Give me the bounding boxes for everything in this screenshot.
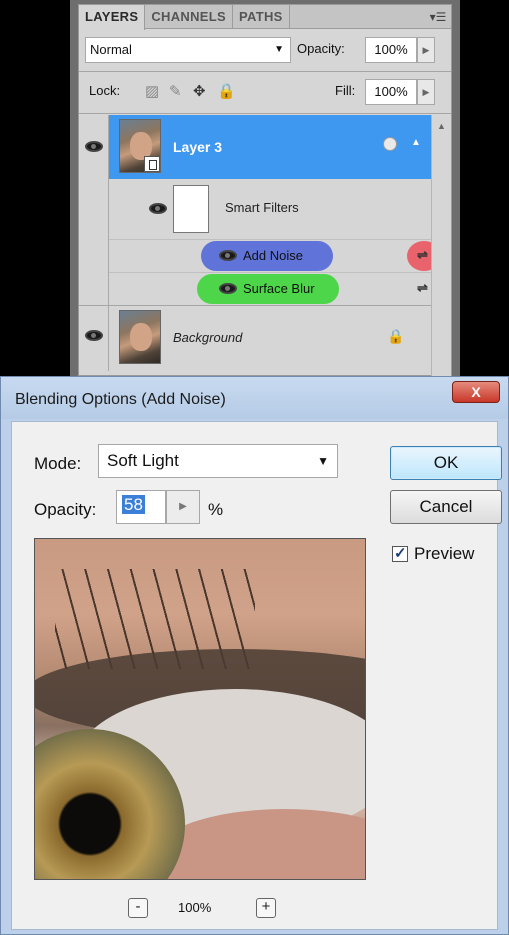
layers-panel: LAYERS CHANNELS PATHS ▾☰ Normal ▼ Opacit…	[78, 4, 452, 377]
tab-layers[interactable]: LAYERS	[79, 5, 146, 30]
lock-label: Lock:	[89, 83, 121, 98]
tab-channels[interactable]: CHANNELS	[145, 5, 233, 28]
dialog-body: Mode: Soft Light ▼ Opacity: 58 ▶ % OK Ca…	[11, 421, 502, 930]
dialog-title-bar[interactable]: Blending Options (Add Noise) X	[1, 377, 508, 419]
layer-row-background[interactable]: Background 🔒	[79, 305, 431, 371]
chevron-down-icon: ▼	[274, 44, 284, 55]
visibility-toggle[interactable]	[79, 306, 109, 371]
layer-name: Background	[173, 330, 243, 345]
preview-label[interactable]: Preview	[414, 544, 474, 564]
blending-options-icon[interactable]: ⇌	[417, 280, 428, 296]
opacity-arrow-button[interactable]: ▶	[417, 37, 435, 63]
close-button[interactable]: X	[452, 381, 500, 403]
blend-mode-value: Normal	[90, 42, 132, 57]
filter-name: Surface Blur	[243, 281, 315, 296]
zoom-in-button[interactable]: +	[256, 898, 276, 918]
blending-options-icon[interactable]: ⇌	[417, 247, 428, 263]
cancel-button[interactable]: Cancel	[390, 490, 502, 524]
layer-thumbnail	[119, 119, 161, 173]
chevron-down-icon: ▼	[317, 454, 329, 468]
eye-column	[79, 179, 109, 239]
layer-row-layer-3[interactable]: Layer 3 ▲	[79, 115, 431, 179]
layer-thumbnail	[119, 310, 161, 364]
scroll-up-icon[interactable]: ▲	[432, 121, 451, 131]
smart-filter-mask-thumbnail	[173, 185, 209, 233]
fill-field[interactable]: 100%	[365, 79, 417, 105]
zoom-out-button[interactable]: -	[128, 898, 148, 918]
filter-row-surface-blur[interactable]: Surface Blur ⇌	[109, 272, 431, 304]
preview-image[interactable]	[34, 538, 366, 880]
panel-menu-icon[interactable]: ▾☰	[425, 5, 451, 28]
lock-all-icon[interactable]: 🔒	[217, 82, 236, 100]
zoom-level: 100%	[178, 900, 212, 915]
mode-label: Mode:	[34, 454, 82, 473]
eye-column	[79, 239, 109, 305]
opacity-value: 58	[122, 495, 145, 514]
checkmark-icon: ✓	[394, 545, 407, 562]
tab-paths[interactable]: PATHS	[233, 5, 290, 28]
lock-move-icon[interactable]: ✥	[193, 82, 206, 100]
opacity-label: Opacity:	[34, 500, 97, 519]
smart-filters-row[interactable]: Smart Filters	[79, 179, 431, 239]
eye-icon	[85, 330, 103, 341]
layers-list: Layer 3 ▲ Smart Filters Add Noise ⇌ Surf…	[79, 115, 441, 377]
ok-button[interactable]: OK	[390, 446, 502, 480]
mode-value: Soft Light	[107, 451, 179, 470]
blending-options-dialog: Blending Options (Add Noise) X Mode: Sof…	[0, 376, 509, 935]
fill-arrow-button[interactable]: ▶	[417, 79, 435, 105]
layer-name: Layer 3	[173, 139, 223, 155]
eye-icon[interactable]	[149, 203, 167, 214]
opacity-label: Opacity:	[297, 41, 345, 56]
opacity-field[interactable]: 100%	[365, 37, 417, 63]
dialog-title: Blending Options (Add Noise)	[15, 391, 226, 408]
lock-brush-icon[interactable]: ✎	[169, 82, 182, 100]
collapse-arrow-icon[interactable]: ▲	[411, 137, 421, 148]
panel-tabs: LAYERS CHANNELS PATHS ▾☰	[79, 5, 451, 30]
preview-checkbox[interactable]: ✓	[392, 545, 408, 562]
mode-select[interactable]: Soft Light ▼	[98, 444, 338, 478]
percent-sign: %	[208, 500, 224, 519]
smart-object-icon	[144, 156, 160, 172]
divider	[79, 71, 451, 72]
layers-scrollbar[interactable]: ▲	[431, 115, 451, 377]
filter-row-add-noise[interactable]: Add Noise ⇌	[109, 239, 441, 271]
blend-mode-select[interactable]: Normal ▼	[85, 37, 291, 63]
layer-options-icon[interactable]	[383, 137, 397, 151]
lock-transparent-icon[interactable]: ▨	[145, 82, 159, 100]
eye-icon[interactable]	[219, 250, 237, 261]
eye-icon	[85, 141, 103, 152]
fill-label: Fill:	[335, 83, 356, 98]
blend-row: Normal ▼ Opacity: 100% ▶	[85, 37, 445, 65]
lock-icon: 🔒	[387, 328, 405, 344]
lock-row: Lock: ▨ ✎ ✥ 🔒 Fill: 100% ▶	[85, 79, 445, 107]
eye-icon[interactable]	[219, 283, 237, 294]
opacity-input[interactable]: 58	[116, 490, 166, 524]
visibility-toggle[interactable]	[79, 115, 109, 179]
filter-name: Add Noise	[243, 248, 303, 263]
divider	[79, 113, 451, 114]
smart-filters-label: Smart Filters	[225, 200, 299, 215]
opacity-slider-button[interactable]: ▶	[166, 490, 200, 524]
